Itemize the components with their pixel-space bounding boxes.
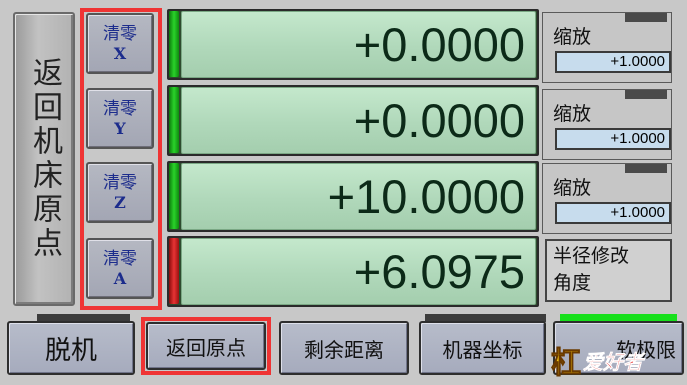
zero-y-button[interactable]: 清零 Y xyxy=(86,88,154,149)
zero-x-label: 清零 xyxy=(103,23,137,44)
dro-x-readout[interactable]: +0.0000 xyxy=(181,11,536,78)
radius-angle-panel[interactable]: 半径修改 角度 xyxy=(545,239,672,302)
scale-y-panel: 缩放 +1.0000 xyxy=(542,89,672,160)
dro-a-readout[interactable]: +6.0975 xyxy=(181,238,536,305)
return-home-highlight xyxy=(141,317,271,375)
zero-a-label: 清零 xyxy=(103,248,137,269)
zero-a-axis: A xyxy=(113,268,127,288)
zero-y-label: 清零 xyxy=(103,98,137,119)
dro-z-led xyxy=(169,163,179,229)
scale-y-input[interactable]: +1.0000 xyxy=(555,128,671,150)
scale-y-label: 缩放 xyxy=(553,103,592,125)
scale-z-input[interactable]: +1.0000 xyxy=(555,202,671,224)
scale-z-panel: 缩放 +1.0000 xyxy=(542,163,672,234)
scale-x-input[interactable]: +1.0000 xyxy=(555,51,671,73)
dro-y-led xyxy=(169,87,179,153)
dro-a-led xyxy=(169,238,179,304)
scale-x-tab xyxy=(625,13,667,22)
scale-x-label: 缩放 xyxy=(553,26,592,48)
watermark-logo-main: 杠 xyxy=(551,346,582,382)
dro-z-readout[interactable]: +10.0000 xyxy=(181,163,536,230)
scale-x-panel: 缩放 +1.0000 xyxy=(542,12,672,83)
radius-edit-label: 半径修改 xyxy=(553,245,630,267)
scale-z-label: 缩放 xyxy=(553,177,592,199)
offline-label: 脱机 xyxy=(44,335,97,366)
zero-z-axis: Z xyxy=(114,192,126,212)
zero-a-button[interactable]: 清零 A xyxy=(86,238,154,299)
dro-y-readout[interactable]: +0.0000 xyxy=(181,87,536,154)
zero-x-button[interactable]: 清零 X xyxy=(86,13,154,74)
return-machine-home-button[interactable]: 返回机床原点 xyxy=(13,12,75,306)
scale-z-tab xyxy=(625,164,667,173)
angle-label: 角度 xyxy=(553,272,592,294)
watermark-logo: 杠 爱好者 xyxy=(551,340,687,382)
dro-x-led xyxy=(169,11,179,77)
offline-button[interactable]: 脱机 xyxy=(7,321,135,375)
machine-coords-label: 机器坐标 xyxy=(442,337,523,362)
zero-z-label: 清零 xyxy=(103,172,137,193)
return-machine-home-label: 返回机床原点 xyxy=(27,57,62,261)
remaining-distance-label: 剩余距离 xyxy=(304,337,384,362)
scale-y-tab xyxy=(625,90,667,99)
machine-coords-button[interactable]: 机器坐标 xyxy=(419,321,546,375)
zero-y-axis: Y xyxy=(114,118,126,138)
zero-z-button[interactable]: 清零 Z xyxy=(86,162,154,223)
watermark-logo-sub: 爱好者 xyxy=(583,349,644,374)
zero-x-axis: X xyxy=(113,43,127,63)
remaining-distance-button[interactable]: 剩余距离 xyxy=(279,321,409,375)
